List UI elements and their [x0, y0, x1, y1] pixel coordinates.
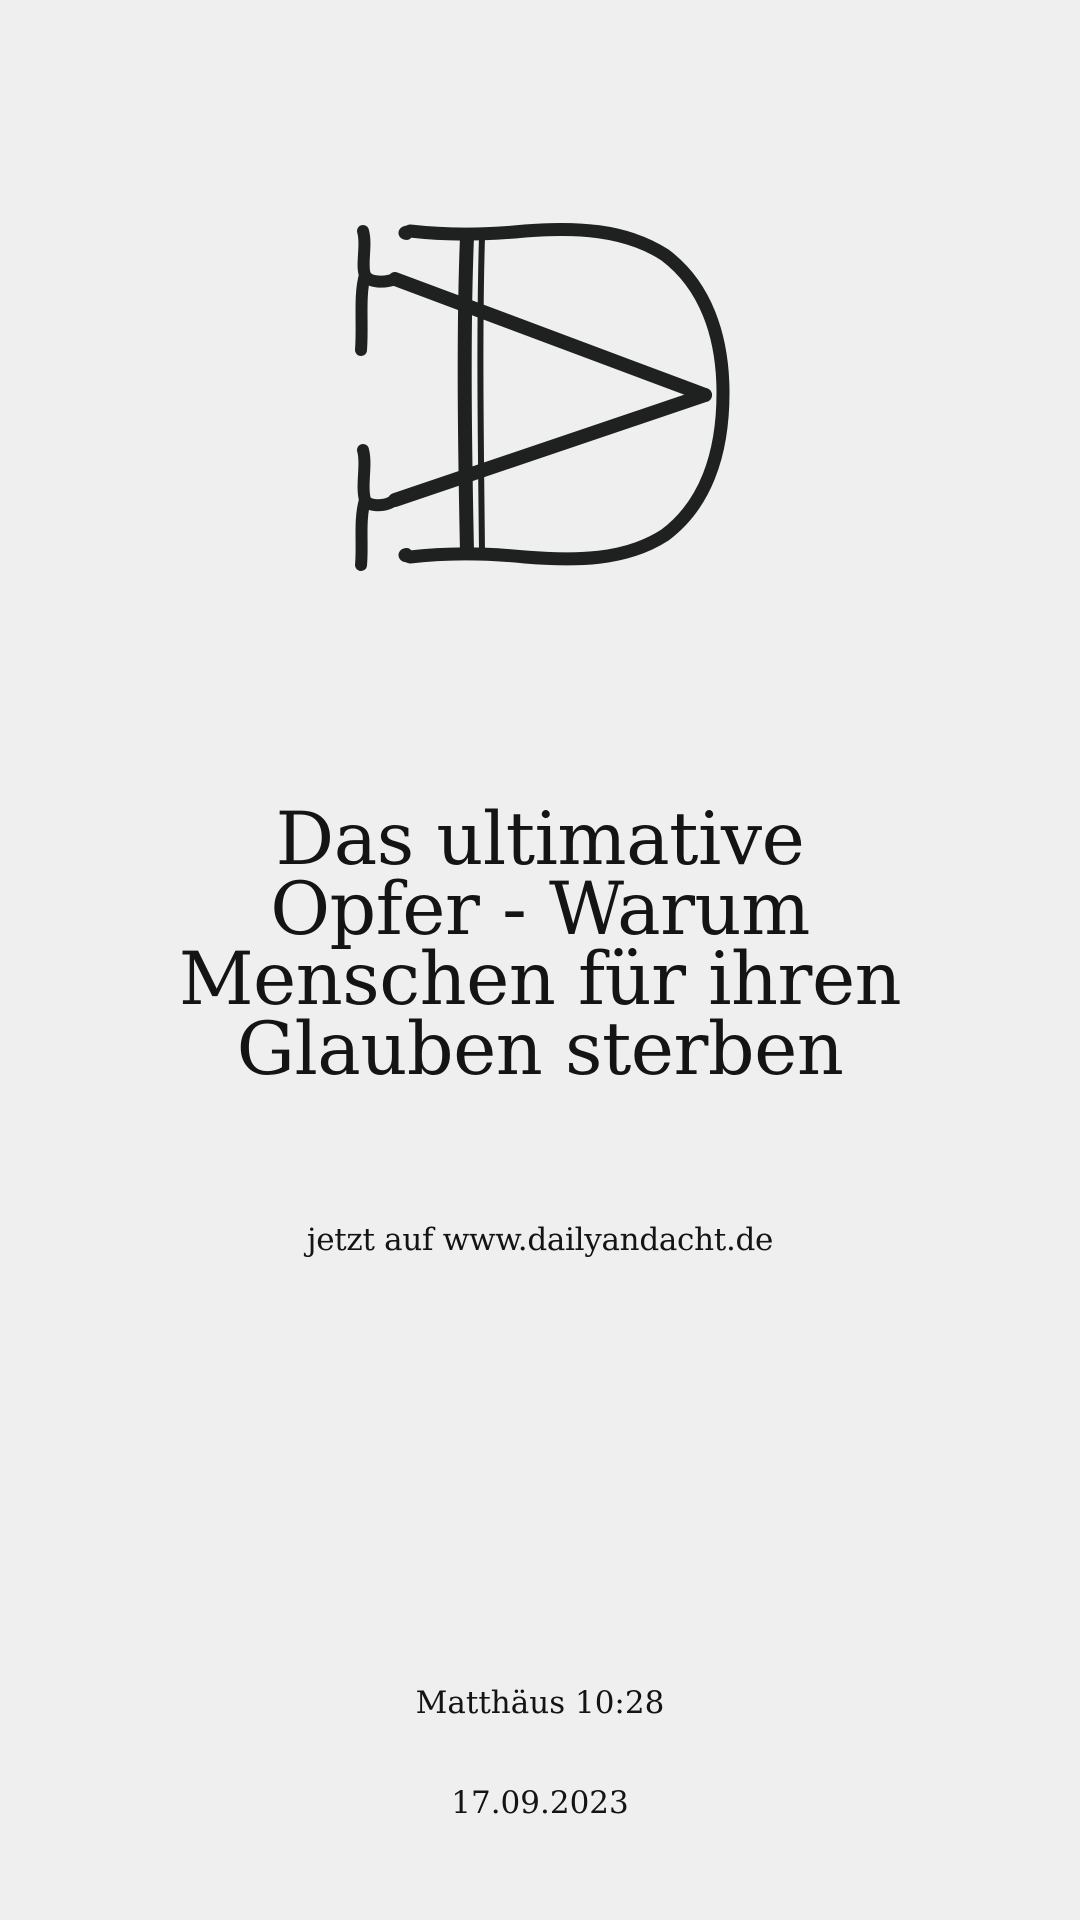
bible-verse-reference: Matthäus 10:28: [415, 1685, 665, 1721]
title-line-1: Das ultimative: [275, 797, 805, 882]
title-line-2: Opfer - Warum: [270, 867, 810, 952]
monogram-icon: [355, 222, 730, 571]
story-page: Das ultimative Opfer - Warum Menschen fü…: [0, 0, 1080, 1920]
website-link-text: jetzt auf www.dailyandacht.de: [306, 1222, 774, 1258]
post-title: Das ultimative Opfer - Warum Menschen fü…: [100, 797, 980, 1092]
dv-monogram-logo: [355, 215, 750, 575]
title-line-4: Glauben sterben: [236, 1007, 844, 1092]
post-date: 17.09.2023: [451, 1785, 629, 1821]
title-line-3: Menschen für ihren: [178, 937, 902, 1022]
